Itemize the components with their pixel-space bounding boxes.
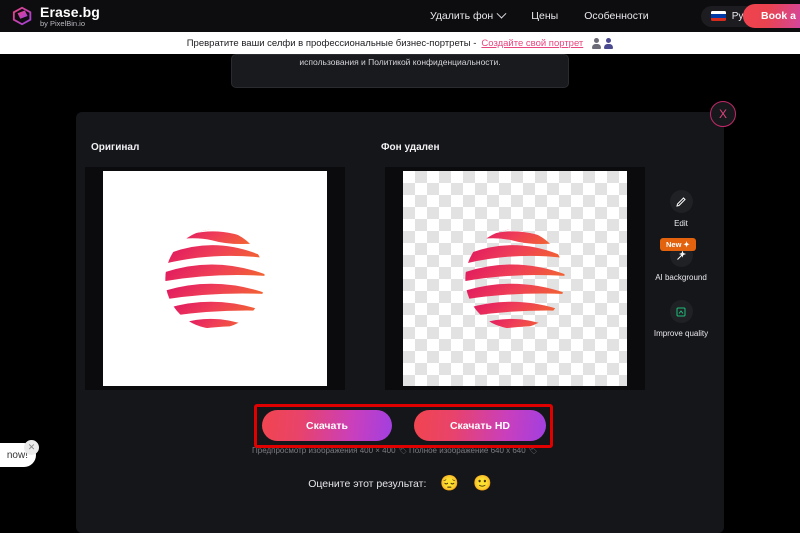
terms-dialog-remnant: использования и Политикой конфиденциальн…: [231, 54, 569, 88]
download-note-hd-text: Полное изображение 640 x 640: [409, 446, 526, 455]
nav-item-pricing[interactable]: Цены: [531, 10, 558, 22]
rating-label: Оцените этот результат:: [308, 477, 427, 490]
app-root: Erase.bg by PixelBin.io Удалить фон Цены…: [0, 0, 800, 533]
download-note-standard-text: Предпросмотр изображения 400 × 400: [252, 446, 396, 455]
terms-text: использования и Политикой конфиденциальн…: [299, 57, 501, 67]
download-note-standard: Предпросмотр изображения 400 × 400 🏷: [252, 446, 407, 455]
avatar-icon-1: [592, 37, 602, 49]
promo-banner-avatars: [592, 37, 614, 49]
rating-sad-emoji[interactable]: 😔: [440, 476, 459, 491]
tool-edit[interactable]: Edit: [655, 190, 707, 228]
erasebg-cube-logo-icon: [12, 5, 34, 27]
tag-icon: 🏷: [398, 447, 408, 455]
nav-label: Удалить фон: [429, 10, 494, 22]
nav-label: Цены: [531, 10, 559, 22]
main-nav: Удалить фон Цены Особенности Русский: [429, 5, 792, 27]
original-image-canvas: [103, 171, 327, 386]
enhance-image-icon: [669, 300, 693, 323]
tool-improve-quality-label: Improve quality: [653, 329, 709, 338]
chevron-down-icon: [496, 8, 507, 19]
download-button[interactable]: Скачать: [262, 410, 392, 441]
brand-subtitle: by PixelBin.io: [40, 18, 86, 28]
promo-banner: Превратите ваши селфи в профессиональные…: [0, 32, 800, 54]
rating-happy-emoji[interactable]: 🙂: [473, 476, 492, 491]
promo-banner-link[interactable]: Создайте свой портрет: [481, 38, 583, 49]
close-result-panel-button[interactable]: X: [710, 101, 736, 127]
rating-row: Оцените этот результат: 😔 🙂: [0, 476, 800, 491]
nav-item-remove-background[interactable]: Удалить фон: [429, 8, 507, 22]
brand-title: Erase.bg: [40, 3, 100, 20]
badge-label: New: [666, 240, 682, 249]
removed-column-label: Фон удален: [381, 142, 440, 153]
download-note-hd: Полное изображение 640 x 640 🏷: [409, 446, 538, 455]
globe-logo-image: [165, 228, 265, 329]
original-image-frame[interactable]: [85, 167, 345, 390]
removed-image-canvas: [403, 171, 627, 386]
nav-label: Особенности: [584, 10, 649, 22]
close-icon: X: [718, 107, 727, 121]
close-icon: ✕: [27, 442, 36, 452]
promo-banner-text: Превратите ваши селфи в профессиональные…: [186, 37, 477, 49]
nav-item-features[interactable]: Особенности: [584, 10, 648, 22]
tool-edit-label: Edit: [674, 219, 688, 228]
toast-close-button[interactable]: ✕: [24, 440, 39, 455]
site-header: Erase.bg by PixelBin.io Удалить фон Цены…: [0, 0, 800, 32]
removed-image-frame[interactable]: [385, 167, 645, 390]
brand-logo[interactable]: Erase.bg by PixelBin.io: [0, 5, 100, 28]
original-column-label: Оригинал: [91, 142, 140, 153]
globe-logo-transparent-image: [465, 228, 565, 329]
tool-ai-background-label: AI background: [655, 273, 707, 282]
pencil-icon: [669, 190, 693, 213]
ai-background-new-badge: New ✦: [660, 238, 696, 251]
tag-icon: 🏷: [528, 447, 538, 455]
russia-flag-icon: [710, 11, 726, 21]
avatar-icon-2: [604, 37, 614, 49]
tool-improve-quality[interactable]: Improve quality: [653, 300, 709, 338]
sparkle-icon: ✦: [683, 240, 690, 249]
download-hd-button[interactable]: Скачать HD: [414, 410, 546, 441]
book-a-demo-button[interactable]: Book a: [742, 4, 800, 28]
